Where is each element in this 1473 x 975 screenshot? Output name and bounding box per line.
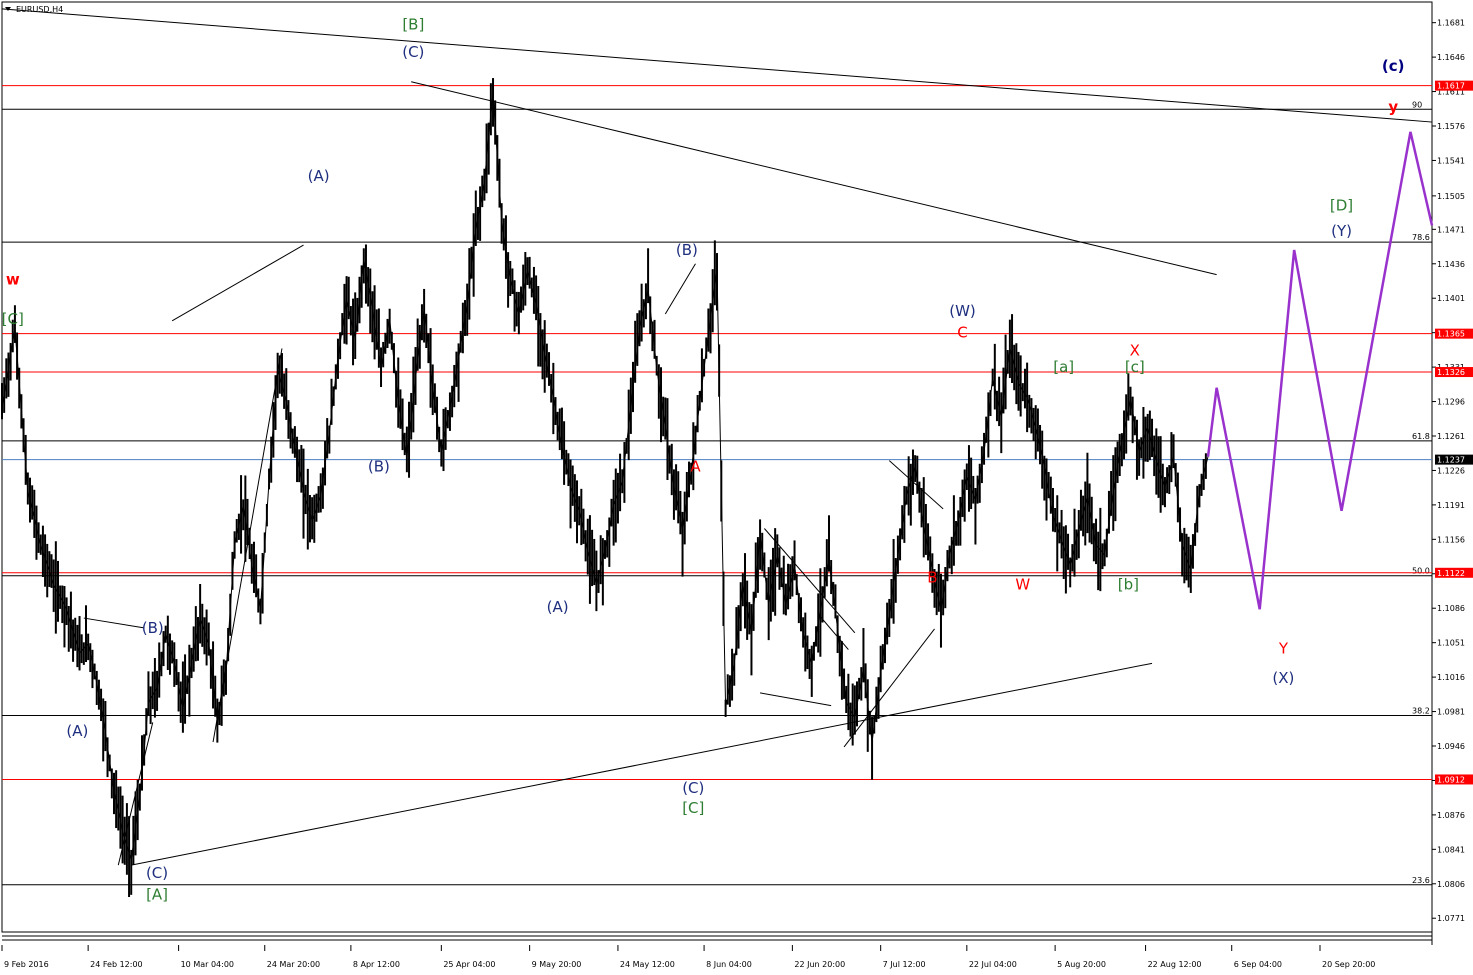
price-tick-label: 1.1505 [1437, 192, 1465, 201]
wave-label: [B] [402, 16, 424, 34]
fibonacci-level-label: 78.6 [1412, 233, 1430, 242]
fibonacci-level-label: 90 [1412, 100, 1422, 109]
chart-background [0, 0, 1473, 975]
price-tick-label: 1.1681 [1437, 19, 1465, 28]
price-tick-label: 1.1051 [1437, 639, 1465, 648]
wave-label: W [1015, 576, 1030, 594]
wave-label: B [927, 569, 937, 587]
time-tick-label: 6 Sep 04:00 [1234, 960, 1282, 969]
price-tick-label: 1.1576 [1437, 122, 1465, 131]
wave-label: (B) [676, 241, 698, 259]
wave-label: (A) [547, 598, 569, 616]
price-chart[interactable]: EURUSD,H4 1.16811.16461.16111.15761.1541… [0, 0, 1473, 975]
price-level-badge-text: 1.0912 [1437, 775, 1465, 784]
price-tick-label: 1.1436 [1437, 260, 1465, 269]
fibonacci-level-label: 23.6 [1412, 876, 1430, 885]
time-tick-label: 5 Aug 20:00 [1057, 960, 1106, 969]
wave-label: (B) [142, 619, 164, 637]
price-tick-label: 1.0841 [1437, 845, 1465, 854]
time-tick-label: 10 Mar 04:00 [181, 960, 234, 969]
wave-label: [a] [1053, 358, 1074, 376]
price-tick-label: 1.0876 [1437, 811, 1465, 820]
wave-label: (C) [682, 779, 704, 797]
wave-label: [c] [1125, 358, 1145, 376]
price-tick-label: 1.1401 [1437, 294, 1465, 303]
price-level-badge-text: 1.1122 [1437, 569, 1465, 578]
wave-label: (B) [368, 457, 390, 475]
wave-label: (W) [949, 302, 976, 320]
wave-label: (Y) [1331, 222, 1352, 240]
price-tick-label: 1.1261 [1437, 432, 1465, 441]
price-level-badge-text: 1.1617 [1437, 82, 1465, 91]
time-tick-label: 24 Feb 12:00 [90, 960, 142, 969]
price-tick-label: 1.0981 [1437, 708, 1465, 717]
price-tick-label: 1.0771 [1437, 914, 1465, 923]
time-tick-label: 22 Jun 20:00 [794, 960, 845, 969]
price-tick-label: 1.1191 [1437, 501, 1465, 510]
price-tick-label: 1.1541 [1437, 156, 1465, 165]
time-tick-label: 8 Apr 12:00 [353, 960, 400, 969]
price-tick-label: 1.1086 [1437, 604, 1465, 613]
price-tick-label: 1.1226 [1437, 466, 1465, 475]
wave-label: [D] [1330, 197, 1353, 215]
wave-label: [C] [682, 799, 704, 817]
wave-label: (C) [146, 864, 168, 882]
wave-label: A [690, 457, 701, 475]
chart-window: EURUSD,H4 1.1681 1.1646 1.1611 1.1576 1.1541… [0, 0, 1473, 975]
symbol-label: EURUSD,H4 [16, 5, 63, 14]
wave-label: w [6, 270, 20, 288]
wave-label: (A) [308, 167, 330, 185]
price-tick-label: 1.1296 [1437, 398, 1465, 407]
price-tick-label: 1.0946 [1437, 742, 1465, 751]
price-level-badge-text: 1.1237 [1437, 456, 1465, 465]
time-tick-label: 8 Jun 04:00 [706, 960, 752, 969]
fibonacci-level-label: 38.2 [1412, 706, 1430, 715]
price-tick-label: 1.1646 [1437, 53, 1465, 62]
wave-label: (X) [1272, 669, 1294, 687]
wave-label: C [957, 324, 967, 342]
wave-label: [b] [1118, 576, 1139, 594]
price-tick-label: 1.1156 [1437, 535, 1465, 544]
wave-label: [A] [146, 886, 168, 904]
fibonacci-level-label: 50.0 [1412, 567, 1430, 576]
time-tick-label: 24 Mar 20:00 [267, 960, 320, 969]
fibonacci-level-label: 61.8 [1412, 432, 1430, 441]
wave-label: (C) [402, 43, 424, 61]
wave-label: X [1130, 341, 1140, 359]
wave-label: (c) [1382, 57, 1405, 75]
price-level-badge-text: 1.1326 [1437, 368, 1465, 377]
price-tick-label: 1.1471 [1437, 225, 1465, 234]
wave-label: y [1388, 98, 1398, 116]
price-tick-label: 1.0806 [1437, 880, 1465, 889]
time-tick-label: 9 May 20:00 [532, 960, 582, 969]
time-tick-label: 7 Jul 12:00 [883, 960, 926, 969]
time-tick-label: 22 Aug 12:00 [1148, 960, 1202, 969]
wave-label: (A) [66, 722, 88, 740]
price-tick-label: 1.1016 [1437, 673, 1465, 682]
price-level-badge-text: 1.1365 [1437, 330, 1465, 339]
time-tick-label: 25 Apr 04:00 [443, 960, 495, 969]
time-tick-label: 22 Jul 04:00 [969, 960, 1017, 969]
time-tick-label: 20 Sep 20:00 [1322, 960, 1375, 969]
wave-label: Y [1278, 639, 1289, 657]
time-tick-label: 24 May 12:00 [620, 960, 675, 969]
wave-label: [C] [2, 310, 24, 328]
time-tick-label: 9 Feb 2016 [4, 960, 49, 969]
